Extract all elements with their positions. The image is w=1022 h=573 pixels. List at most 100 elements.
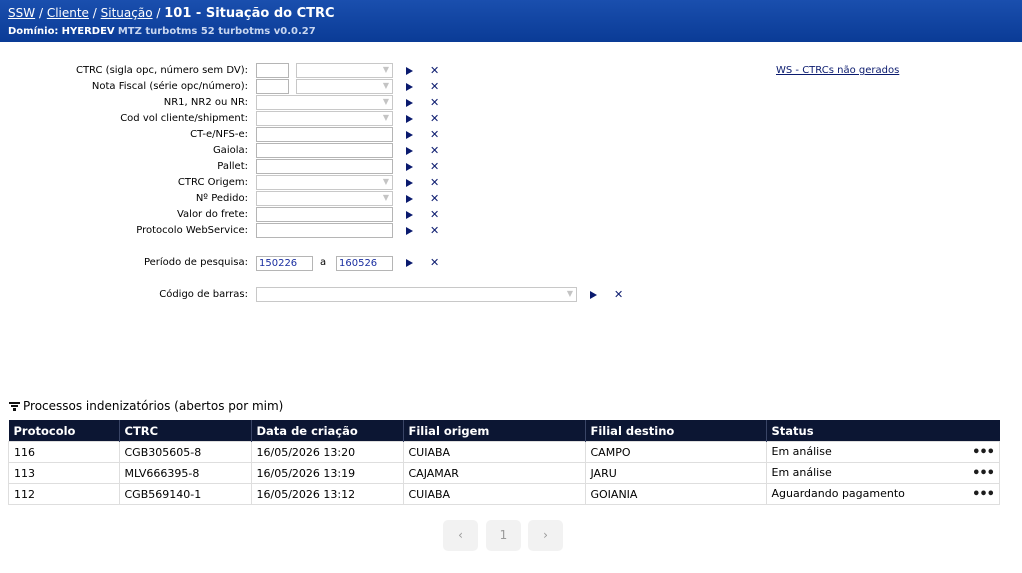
chevron-down-icon: ▼ [382, 65, 389, 74]
cell-status: Em análise ••• [765, 462, 1000, 484]
cell-filial-origem: CUIABA [402, 483, 586, 505]
table-row[interactable]: 116 CGB305605-8 16/05/2026 13:20 CUIABA … [8, 441, 1000, 463]
nr-clear-button[interactable]: ✕ [430, 97, 439, 108]
pedido-search-button[interactable] [406, 195, 413, 203]
ctrc-sigla-input[interactable] [256, 63, 289, 78]
col-status[interactable]: Status [766, 420, 1000, 442]
periodo-to-input[interactable] [336, 256, 393, 271]
cte-clear-button[interactable]: ✕ [430, 129, 439, 140]
pagination-page-1[interactable]: 1 [486, 520, 521, 551]
pedido-clear-button[interactable]: ✕ [430, 193, 439, 204]
periodo-clear-button[interactable]: ✕ [430, 257, 439, 268]
pagination-next-button[interactable]: › [528, 520, 563, 551]
pallet-clear-button[interactable]: ✕ [430, 161, 439, 172]
ctrc-search-button[interactable] [406, 67, 413, 75]
gaiola-input[interactable] [256, 143, 393, 158]
cell-ctrc: CGB305605-8 [118, 441, 252, 463]
protocolo-label: Protocolo WebService: [136, 225, 248, 236]
cell-status: Aguardando pagamento ••• [765, 483, 1000, 505]
breadcrumb-separator: / [156, 6, 161, 20]
domain-name: HYERDEV [61, 26, 115, 37]
col-filial-destino[interactable]: Filial destino [585, 420, 767, 442]
cell-data-criacao: 16/05/2026 13:12 [250, 483, 404, 505]
ctrc-clear-button[interactable]: ✕ [430, 65, 439, 76]
nota-fiscal-label: Nota Fiscal (série opc/número): [91, 81, 248, 92]
chevron-down-icon: ▼ [382, 193, 389, 202]
cell-protocolo: 112 [8, 483, 120, 505]
breadcrumb: SSW / Cliente / Situação / 101 - Situaçã… [8, 6, 335, 21]
ctrc-origem-label: CTRC Origem: [177, 177, 248, 188]
protocolo-clear-button[interactable]: ✕ [430, 225, 439, 236]
cell-filial-destino: CAMPO [584, 441, 767, 463]
nota-search-button[interactable] [406, 83, 413, 91]
pedido-label: Nº Pedido: [195, 193, 248, 204]
frete-search-button[interactable] [406, 211, 413, 219]
status-text: Em análise [771, 444, 832, 458]
table-row[interactable]: 112 CGB569140-1 16/05/2026 13:12 CUIABA … [8, 483, 1000, 505]
nr-label: NR1, NR2 ou NR: [163, 97, 248, 108]
domain-label: Domínio: [8, 26, 59, 37]
ctrc-origem-select[interactable]: ▼ [256, 175, 393, 190]
pallet-input[interactable] [256, 159, 393, 174]
ctrc-number-select[interactable]: ▼ [296, 63, 393, 78]
table-header-row: Protocolo CTRC Data de criação Filial or… [8, 420, 1000, 442]
frete-input[interactable] [256, 207, 393, 222]
more-options-icon[interactable]: ••• [972, 445, 995, 460]
breadcrumb-ssw[interactable]: SSW [8, 6, 35, 20]
gaiola-clear-button[interactable]: ✕ [430, 145, 439, 156]
breadcrumb-cliente[interactable]: Cliente [47, 6, 89, 20]
pedido-select[interactable]: ▼ [256, 191, 393, 206]
nr-select[interactable]: ▼ [256, 95, 393, 110]
pallet-search-button[interactable] [406, 163, 413, 171]
cell-data-criacao: 16/05/2026 13:20 [250, 441, 404, 463]
breadcrumb-separator: / [92, 6, 97, 20]
periodo-separator: a [320, 257, 327, 268]
breadcrumb-situacao[interactable]: Situação [101, 6, 153, 20]
pagination-prev-button[interactable]: ‹ [443, 520, 478, 551]
barras-search-button[interactable] [590, 291, 597, 299]
frete-label: Valor do frete: [176, 209, 248, 220]
more-options-icon[interactable]: ••• [972, 487, 995, 502]
status-text: Aguardando pagamento [771, 486, 905, 500]
gaiola-label: Gaiola: [212, 145, 248, 156]
codvol-clear-button[interactable]: ✕ [430, 113, 439, 124]
nota-clear-button[interactable]: ✕ [430, 81, 439, 92]
nota-serie-input[interactable] [256, 79, 289, 94]
col-data-criacao[interactable]: Data de criação [251, 420, 404, 442]
more-options-icon[interactable]: ••• [972, 466, 995, 481]
cell-ctrc: MLV666395-8 [118, 462, 252, 484]
nota-number-select[interactable]: ▼ [296, 79, 393, 94]
nr-search-button[interactable] [406, 99, 413, 107]
pallet-label: Pallet: [217, 161, 248, 172]
app-header: SSW / Cliente / Situação / 101 - Situaçã… [0, 0, 1022, 42]
frete-clear-button[interactable]: ✕ [430, 209, 439, 220]
table-row[interactable]: 113 MLV666395-8 16/05/2026 13:19 CAJAMAR… [8, 462, 1000, 484]
domain-details: MTZ turbotms 52 turbotms v0.0.27 [117, 26, 316, 37]
col-ctrc[interactable]: CTRC [119, 420, 252, 442]
periodo-from-input[interactable] [256, 256, 313, 271]
gaiola-search-button[interactable] [406, 147, 413, 155]
codvol-select[interactable]: ▼ [256, 111, 393, 126]
processes-table: Protocolo CTRC Data de criação Filial or… [8, 420, 1000, 505]
chevron-down-icon: ▼ [382, 81, 389, 90]
cell-protocolo: 116 [8, 441, 120, 463]
protocolo-input[interactable] [256, 223, 393, 238]
cte-input[interactable] [256, 127, 393, 142]
periodo-search-button[interactable] [406, 259, 413, 267]
barras-select[interactable]: ▼ [256, 287, 577, 302]
ctrc-origem-search-button[interactable] [406, 179, 413, 187]
ctrc-origem-clear-button[interactable]: ✕ [430, 177, 439, 188]
col-filial-origem[interactable]: Filial origem [403, 420, 586, 442]
cell-protocolo: 113 [8, 462, 120, 484]
ws-ctrcs-link[interactable]: WS - CTRCs não gerados [776, 65, 899, 76]
cell-ctrc: CGB569140-1 [118, 483, 252, 505]
status-text: Em análise [771, 465, 832, 479]
col-protocolo[interactable]: Protocolo [8, 420, 120, 442]
domain-info: Domínio: HYERDEV MTZ turbotms 52 turbotm… [8, 26, 316, 37]
page-title: 101 - Situação do CTRC [164, 6, 335, 21]
codvol-search-button[interactable] [406, 115, 413, 123]
barras-clear-button[interactable]: ✕ [614, 289, 623, 300]
cte-search-button[interactable] [406, 131, 413, 139]
chevron-down-icon: ▼ [382, 97, 389, 106]
protocolo-search-button[interactable] [406, 227, 413, 235]
